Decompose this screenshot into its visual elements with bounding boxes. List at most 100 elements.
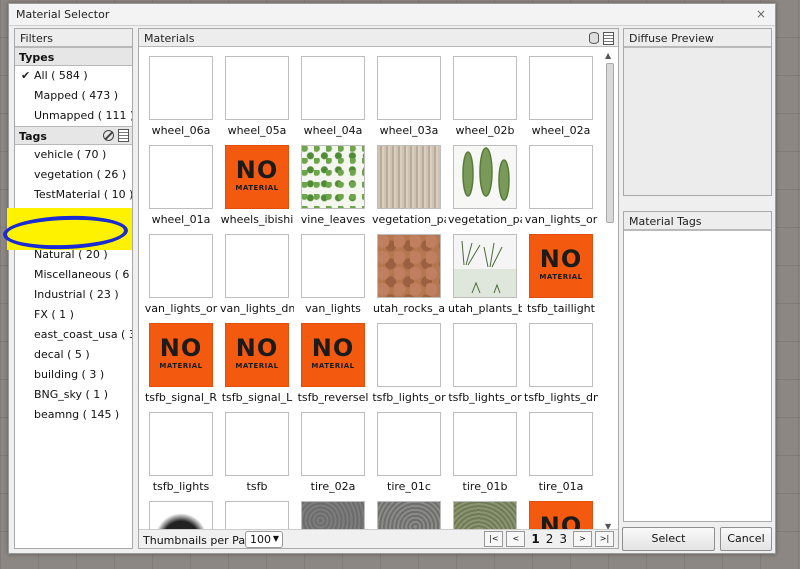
- tag-item-label: vehicle ( 70 ): [34, 148, 107, 161]
- tag-item[interactable]: building ( 3 ): [15, 365, 132, 385]
- material-thumbnail: [225, 56, 289, 120]
- material-thumbnail: [453, 323, 517, 387]
- tag-item[interactable]: BNG_sky ( 1 ): [15, 385, 132, 405]
- close-icon[interactable]: ×: [756, 7, 766, 21]
- material-tile[interactable]: vegetation_pa: [443, 137, 522, 226]
- material-tile[interactable]: utah_plants_b: [443, 226, 522, 315]
- materials-panel: Materials wheel_06a wheel_05a wheel_04a whe…: [138, 28, 619, 549]
- material-tile[interactable]: wheel_02a: [519, 48, 595, 137]
- material-name: wheel_02a: [531, 124, 591, 137]
- type-item[interactable]: ✔ All ( 584 ): [15, 66, 132, 86]
- material-thumbnail: [149, 412, 213, 476]
- material-name: van_lights_or: [144, 302, 218, 315]
- next-page-button[interactable]: >: [573, 531, 592, 547]
- tag-item[interactable]: FX ( 1 ): [15, 305, 132, 325]
- material-thumbnail: [377, 412, 441, 476]
- page-number-2[interactable]: 2: [543, 532, 557, 546]
- tag-tools: [103, 129, 129, 142]
- material-tile[interactable]: [215, 493, 291, 531]
- material-thumbnail: [453, 501, 517, 531]
- material-tile[interactable]: van_lights: [291, 226, 367, 315]
- material-tile[interactable]: NO MATERIAL tsfb_signal_L: [215, 315, 293, 404]
- material-tile[interactable]: tsfb_lights_or: [367, 315, 446, 404]
- first-page-button[interactable]: |<: [484, 531, 504, 547]
- page-number-3[interactable]: 3: [556, 532, 570, 546]
- material-name: vegetation_pa: [372, 213, 446, 226]
- material-tile[interactable]: tsfb_lights_or: [443, 315, 522, 404]
- tag-item[interactable]: decal ( 5 ): [15, 345, 132, 365]
- material-tile[interactable]: NO MATERIAL tsfb_taillight: [519, 226, 595, 315]
- type-item-label: Mapped ( 473 ): [34, 89, 119, 102]
- material-tile[interactable]: NO MATERIAL tsfb_reversel: [291, 315, 368, 404]
- material-tile[interactable]: NO MATERIAL wheels_ibishi: [215, 137, 293, 226]
- material-tile[interactable]: tsfb_lights: [139, 404, 215, 493]
- tag-item-label: east_coast_usa ( 3: [34, 328, 132, 341]
- material-tile[interactable]: van_lights_or: [519, 137, 597, 226]
- list-icon[interactable]: [118, 129, 129, 142]
- material-thumbnail: [529, 412, 593, 476]
- last-page-button[interactable]: >|: [595, 531, 614, 547]
- material-name: van_lights_dn: [220, 302, 294, 315]
- material-name: wheel_03a: [379, 124, 439, 137]
- tag-item[interactable]: Miscellaneous ( 6 ): [15, 265, 132, 285]
- material-tile[interactable]: tire_01c: [367, 404, 443, 493]
- material-tile[interactable]: wheel_01a: [139, 137, 215, 226]
- material-tile[interactable]: tire_01b: [443, 404, 519, 493]
- tag-item[interactable]: vehicle ( 70 ): [15, 145, 132, 165]
- material-tile[interactable]: tire_02a: [291, 404, 367, 493]
- material-tile[interactable]: tsfb: [215, 404, 291, 493]
- material-thumbnail: [301, 56, 365, 120]
- prev-page-button[interactable]: <: [506, 531, 526, 547]
- material-tile[interactable]: wheel_06a: [139, 48, 215, 137]
- select-button[interactable]: Select: [622, 527, 715, 551]
- tag-item-label: decal ( 5 ): [34, 348, 90, 361]
- page-number-1[interactable]: 1: [528, 532, 542, 546]
- material-tile[interactable]: van_lights_dn: [215, 226, 294, 315]
- cancel-button[interactable]: Cancel: [720, 527, 772, 551]
- scrollbar-thumb[interactable]: [606, 63, 614, 223]
- material-tile[interactable]: wheel_02b: [443, 48, 519, 137]
- no-material-text: NO: [159, 334, 203, 362]
- type-item[interactable]: Unmapped ( 111 ): [15, 106, 132, 126]
- types-header: Types: [15, 47, 132, 66]
- thumbnails-per-page-select[interactable]: 100 ▼: [245, 531, 283, 548]
- no-material-subtext: MATERIAL: [539, 273, 583, 281]
- tag-item[interactable]: Industrial ( 23 ): [15, 285, 132, 305]
- clear-filter-icon[interactable]: [103, 130, 114, 141]
- scroll-up-icon[interactable]: ▲: [605, 51, 611, 60]
- material-name: wheel_05a: [227, 124, 287, 137]
- material-tile[interactable]: wheel_04a: [291, 48, 367, 137]
- material-name: tsfb: [246, 480, 268, 493]
- materials-scrollbar[interactable]: ▲ ▼: [604, 51, 616, 531]
- material-name: tsfb_signal_L: [221, 391, 293, 404]
- database-icon[interactable]: [589, 32, 599, 44]
- material-tile[interactable]: [367, 493, 443, 531]
- material-tags-header: Material Tags: [624, 212, 771, 230]
- material-tile[interactable]: wheel_03a: [367, 48, 443, 137]
- material-name: tsfb_lights_dn: [524, 391, 598, 404]
- no-material-text: NO: [235, 334, 279, 362]
- tag-item[interactable]: east_coast_usa ( 3: [15, 325, 132, 345]
- material-tile[interactable]: tsfb_lights_dn: [519, 315, 598, 404]
- material-name: van_lights: [305, 302, 361, 315]
- material-tile[interactable]: wheel_05a: [215, 48, 291, 137]
- materials-tools: [589, 32, 614, 45]
- material-tile[interactable]: vine_leaves: [291, 137, 367, 226]
- material-tile[interactable]: [139, 493, 215, 531]
- tags-header: Tags: [15, 126, 132, 145]
- material-tile[interactable]: NOMATERIAL: [519, 493, 595, 531]
- material-tile[interactable]: [443, 493, 519, 531]
- material-name: wheel_06a: [151, 124, 211, 137]
- materials-grid: wheel_06a wheel_05a wheel_04a wheel_03a whee…: [139, 48, 604, 531]
- tag-item[interactable]: beamng ( 145 ): [15, 405, 132, 425]
- type-item[interactable]: Mapped ( 473 ): [15, 86, 132, 106]
- material-tile[interactable]: van_lights_or: [139, 226, 218, 315]
- material-tile[interactable]: [291, 493, 367, 531]
- tag-item[interactable]: vegetation ( 26 ): [15, 165, 132, 185]
- list-icon[interactable]: [603, 32, 614, 45]
- tag-item[interactable]: TestMaterial ( 10 ): [15, 185, 132, 205]
- material-tile[interactable]: vegetation_pa: [367, 137, 446, 226]
- material-tile[interactable]: utah_rocks_a: [367, 226, 445, 315]
- material-tile[interactable]: tire_01a: [519, 404, 595, 493]
- material-tile[interactable]: NO MATERIAL tsfb_signal_R: [139, 315, 217, 404]
